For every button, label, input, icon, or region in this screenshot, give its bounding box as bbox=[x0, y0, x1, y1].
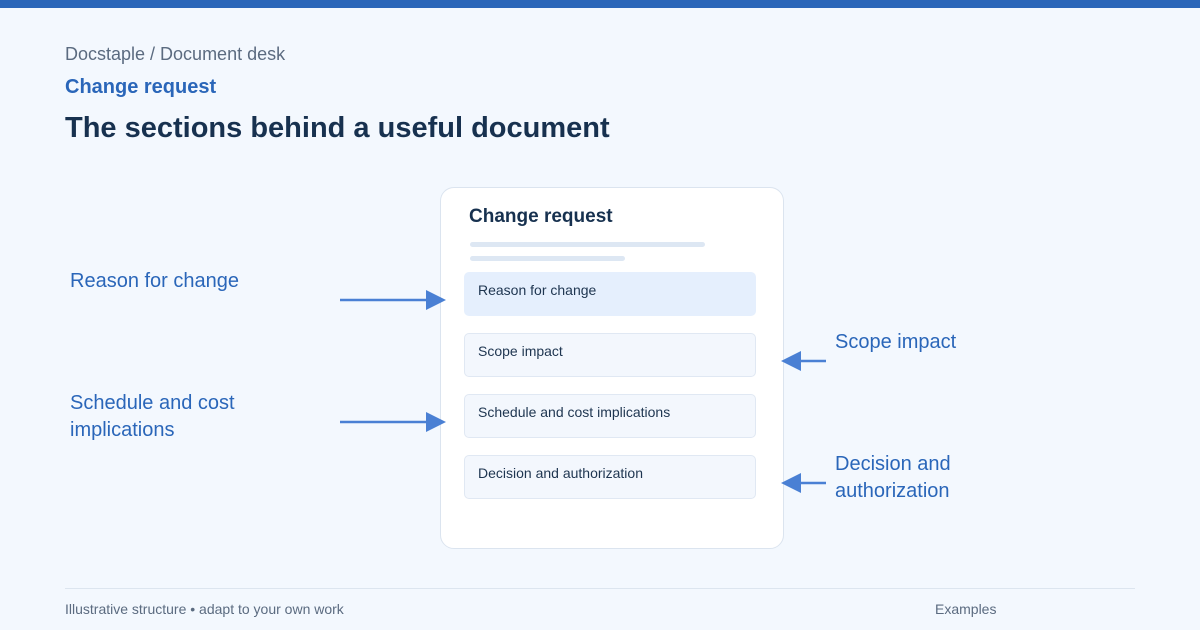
document-title: Change request bbox=[469, 206, 613, 227]
callout-scope-impact: Scope impact bbox=[835, 331, 957, 353]
footer-note: Illustrative structure • adapt to your o… bbox=[65, 601, 344, 617]
arrow-right-icon bbox=[340, 412, 446, 432]
top-accent-bar bbox=[0, 0, 1200, 8]
arrow-left-icon bbox=[781, 473, 826, 493]
document-section-decision: Decision and authorization bbox=[464, 455, 756, 499]
kicker-label: Change request bbox=[65, 76, 217, 98]
document-section-scope: Scope impact bbox=[464, 333, 756, 377]
section-label: Decision and authorization bbox=[478, 465, 643, 481]
document-placeholder-line bbox=[470, 242, 705, 247]
document-section-schedule: Schedule and cost implications bbox=[464, 394, 756, 438]
document-placeholder-line bbox=[470, 256, 625, 261]
examples-link[interactable]: Examples bbox=[935, 601, 996, 617]
document-card: Change request Reason for change Scope i… bbox=[440, 187, 784, 549]
page-title: The sections behind a useful document bbox=[65, 112, 610, 144]
section-label: Scope impact bbox=[478, 343, 563, 359]
document-section-reason: Reason for change bbox=[464, 272, 756, 316]
callout-reason-for-change: Reason for change bbox=[70, 270, 240, 292]
callout-decision-and-authorization: Decision and authorization bbox=[835, 453, 951, 502]
section-label: Reason for change bbox=[478, 282, 597, 298]
section-label: Schedule and cost implications bbox=[478, 404, 671, 420]
arrow-right-icon bbox=[340, 290, 446, 310]
footer-divider bbox=[65, 588, 1135, 589]
callout-schedule-and-cost: Schedule and cost implications bbox=[70, 392, 235, 441]
breadcrumb[interactable]: Docstaple / Document desk bbox=[65, 44, 285, 65]
arrow-left-icon bbox=[781, 351, 826, 371]
